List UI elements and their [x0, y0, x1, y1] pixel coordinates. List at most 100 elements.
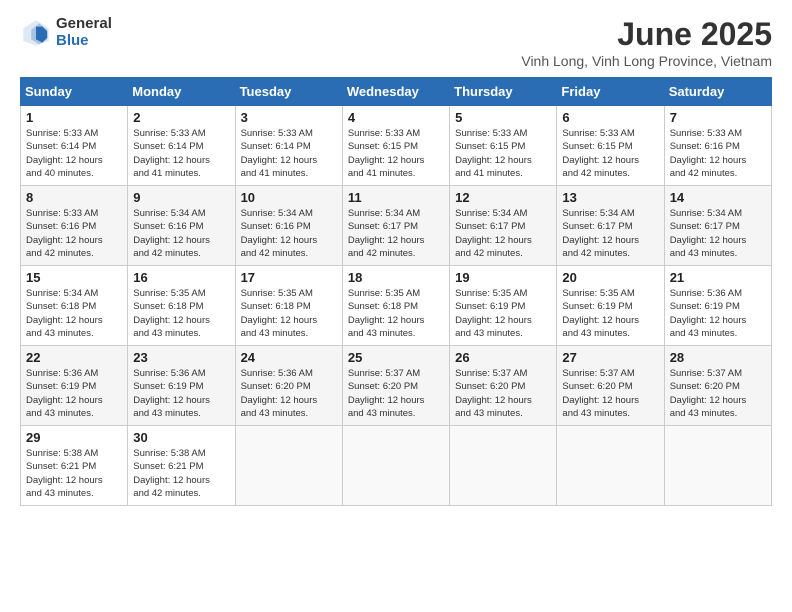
calendar-cell: 5 Sunrise: 5:33 AM Sunset: 6:15 PM Daylig…	[450, 106, 557, 186]
day-info: Sunrise: 5:33 AM Sunset: 6:16 PM Dayligh…	[670, 127, 766, 180]
day-info: Sunrise: 5:35 AM Sunset: 6:18 PM Dayligh…	[241, 287, 337, 340]
calendar-cell: 9Sunrise: 5:34 AM Sunset: 6:16 PM Daylig…	[128, 186, 235, 266]
day-info: Sunrise: 5:34 AM Sunset: 6:17 PM Dayligh…	[348, 207, 444, 260]
calendar-cell	[664, 426, 771, 506]
calendar-cell: 17 Sunrise: 5:35 AM Sunset: 6:18 PM Dayli…	[235, 266, 342, 346]
calendar-cell: 18Sunrise: 5:35 AM Sunset: 6:18 PM Dayli…	[342, 266, 449, 346]
day-info: Sunrise: 5:35 AM Sunset: 6:18 PM Dayligh…	[348, 287, 444, 340]
location-title: Vinh Long, Vinh Long Province, Vietnam	[521, 53, 772, 69]
calendar-cell: 27 Sunrise: 5:37 AM Sunset: 6:20 PM Dayli…	[557, 346, 664, 426]
day-info: Sunrise: 5:33 AM Sunset: 6:15 PM Dayligh…	[562, 127, 658, 180]
day-info: Sunrise: 5:33 AM Sunset: 6:15 PM Dayligh…	[348, 127, 444, 180]
day-number: 24	[241, 350, 337, 365]
day-number: 26	[455, 350, 551, 365]
day-number: 13	[562, 190, 658, 205]
weekday-header-monday: Monday	[128, 78, 235, 106]
day-info: Sunrise: 5:36 AM Sunset: 6:19 PM Dayligh…	[26, 367, 122, 420]
day-number: 6	[562, 110, 658, 125]
day-number: 2	[133, 110, 229, 125]
week-row-1: 1 Sunrise: 5:33 AM Sunset: 6:14 PM Daylig…	[21, 106, 772, 186]
calendar-cell: 8 Sunrise: 5:33 AM Sunset: 6:16 PM Daylig…	[21, 186, 128, 266]
calendar-cell	[557, 426, 664, 506]
day-info: Sunrise: 5:33 AM Sunset: 6:15 PM Dayligh…	[455, 127, 551, 180]
calendar-cell: 20 Sunrise: 5:35 AM Sunset: 6:19 PM Dayli…	[557, 266, 664, 346]
day-number: 14	[670, 190, 766, 205]
month-title: June 2025	[521, 16, 772, 53]
calendar-cell: 2Sunrise: 5:33 AM Sunset: 6:14 PM Daylig…	[128, 106, 235, 186]
day-info: Sunrise: 5:37 AM Sunset: 6:20 PM Dayligh…	[348, 367, 444, 420]
calendar-cell: 23 Sunrise: 5:36 AM Sunset: 6:19 PM Dayli…	[128, 346, 235, 426]
day-number: 12	[455, 190, 551, 205]
calendar-cell	[235, 426, 342, 506]
day-number: 3	[241, 110, 337, 125]
day-number: 28	[670, 350, 766, 365]
calendar-cell: 7Sunrise: 5:33 AM Sunset: 6:16 PM Daylig…	[664, 106, 771, 186]
day-info: Sunrise: 5:33 AM Sunset: 6:14 PM Dayligh…	[26, 127, 122, 180]
day-number: 20	[562, 270, 658, 285]
day-info: Sunrise: 5:33 AM Sunset: 6:14 PM Dayligh…	[241, 127, 337, 180]
calendar-cell: 16Sunrise: 5:35 AM Sunset: 6:18 PM Dayli…	[128, 266, 235, 346]
calendar-cell: 28 Sunrise: 5:37 AM Sunset: 6:20 PM Dayli…	[664, 346, 771, 426]
day-number: 15	[26, 270, 122, 285]
weekday-header-thursday: Thursday	[450, 78, 557, 106]
day-number: 25	[348, 350, 444, 365]
day-number: 30	[133, 430, 229, 445]
day-info: Sunrise: 5:36 AM Sunset: 6:20 PM Dayligh…	[241, 367, 337, 420]
day-number: 16	[133, 270, 229, 285]
week-row-3: 15 Sunrise: 5:34 AM Sunset: 6:18 PM Dayli…	[21, 266, 772, 346]
day-number: 8	[26, 190, 122, 205]
calendar-cell: 14 Sunrise: 5:34 AM Sunset: 6:17 PM Dayli…	[664, 186, 771, 266]
calendar-cell: 4 Sunrise: 5:33 AM Sunset: 6:15 PM Daylig…	[342, 106, 449, 186]
calendar-cell: 15 Sunrise: 5:34 AM Sunset: 6:18 PM Dayli…	[21, 266, 128, 346]
calendar-table: SundayMondayTuesdayWednesdayThursdayFrid…	[20, 77, 772, 506]
calendar-cell	[342, 426, 449, 506]
day-info: Sunrise: 5:33 AM Sunset: 6:16 PM Dayligh…	[26, 207, 122, 260]
logo: General Blue	[20, 16, 112, 49]
weekday-header-row: SundayMondayTuesdayWednesdayThursdayFrid…	[21, 78, 772, 106]
calendar-cell: 12 Sunrise: 5:34 AM Sunset: 6:17 PM Dayli…	[450, 186, 557, 266]
calendar-cell: 22 Sunrise: 5:36 AM Sunset: 6:19 PM Dayli…	[21, 346, 128, 426]
day-info: Sunrise: 5:34 AM Sunset: 6:17 PM Dayligh…	[455, 207, 551, 260]
week-row-5: 29 Sunrise: 5:38 AM Sunset: 6:21 PM Dayli…	[21, 426, 772, 506]
calendar-cell	[450, 426, 557, 506]
calendar-cell: 19Sunrise: 5:35 AM Sunset: 6:19 PM Dayli…	[450, 266, 557, 346]
calendar-cell: 1 Sunrise: 5:33 AM Sunset: 6:14 PM Daylig…	[21, 106, 128, 186]
day-info: Sunrise: 5:36 AM Sunset: 6:19 PM Dayligh…	[133, 367, 229, 420]
day-info: Sunrise: 5:34 AM Sunset: 6:18 PM Dayligh…	[26, 287, 122, 340]
day-info: Sunrise: 5:34 AM Sunset: 6:17 PM Dayligh…	[562, 207, 658, 260]
day-number: 29	[26, 430, 122, 445]
calendar-cell: 13 Sunrise: 5:34 AM Sunset: 6:17 PM Dayli…	[557, 186, 664, 266]
weekday-header-saturday: Saturday	[664, 78, 771, 106]
week-row-4: 22 Sunrise: 5:36 AM Sunset: 6:19 PM Dayli…	[21, 346, 772, 426]
day-info: Sunrise: 5:37 AM Sunset: 6:20 PM Dayligh…	[562, 367, 658, 420]
weekday-header-friday: Friday	[557, 78, 664, 106]
calendar-cell: 21 Sunrise: 5:36 AM Sunset: 6:19 PM Dayli…	[664, 266, 771, 346]
day-number: 27	[562, 350, 658, 365]
logo-general: General	[56, 16, 112, 33]
day-number: 17	[241, 270, 337, 285]
day-info: Sunrise: 5:36 AM Sunset: 6:19 PM Dayligh…	[670, 287, 766, 340]
calendar-cell: 25 Sunrise: 5:37 AM Sunset: 6:20 PM Dayli…	[342, 346, 449, 426]
day-number: 23	[133, 350, 229, 365]
calendar-cell: 29Sunrise: 5:38 AM Sunset: 6:21 PM Dayli…	[21, 426, 128, 506]
day-number: 4	[348, 110, 444, 125]
day-number: 22	[26, 350, 122, 365]
day-info: Sunrise: 5:34 AM Sunset: 6:17 PM Dayligh…	[670, 207, 766, 260]
logo-text: General Blue	[56, 16, 112, 49]
day-number: 10	[241, 190, 337, 205]
day-number: 9	[133, 190, 229, 205]
calendar-cell: 11 Sunrise: 5:34 AM Sunset: 6:17 PM Dayli…	[342, 186, 449, 266]
calendar-cell: 26Sunrise: 5:37 AM Sunset: 6:20 PM Dayli…	[450, 346, 557, 426]
day-number: 21	[670, 270, 766, 285]
day-number: 11	[348, 190, 444, 205]
day-info: Sunrise: 5:38 AM Sunset: 6:21 PM Dayligh…	[133, 447, 229, 500]
day-number: 5	[455, 110, 551, 125]
day-info: Sunrise: 5:35 AM Sunset: 6:19 PM Dayligh…	[562, 287, 658, 340]
calendar-cell: 6 Sunrise: 5:33 AM Sunset: 6:15 PM Daylig…	[557, 106, 664, 186]
day-number: 1	[26, 110, 122, 125]
calendar-cell: 10Sunrise: 5:34 AM Sunset: 6:16 PM Dayli…	[235, 186, 342, 266]
day-info: Sunrise: 5:35 AM Sunset: 6:19 PM Dayligh…	[455, 287, 551, 340]
calendar-cell: 30 Sunrise: 5:38 AM Sunset: 6:21 PM Dayli…	[128, 426, 235, 506]
page-header: General Blue June 2025 Vinh Long, Vinh L…	[20, 16, 772, 69]
day-info: Sunrise: 5:37 AM Sunset: 6:20 PM Dayligh…	[670, 367, 766, 420]
